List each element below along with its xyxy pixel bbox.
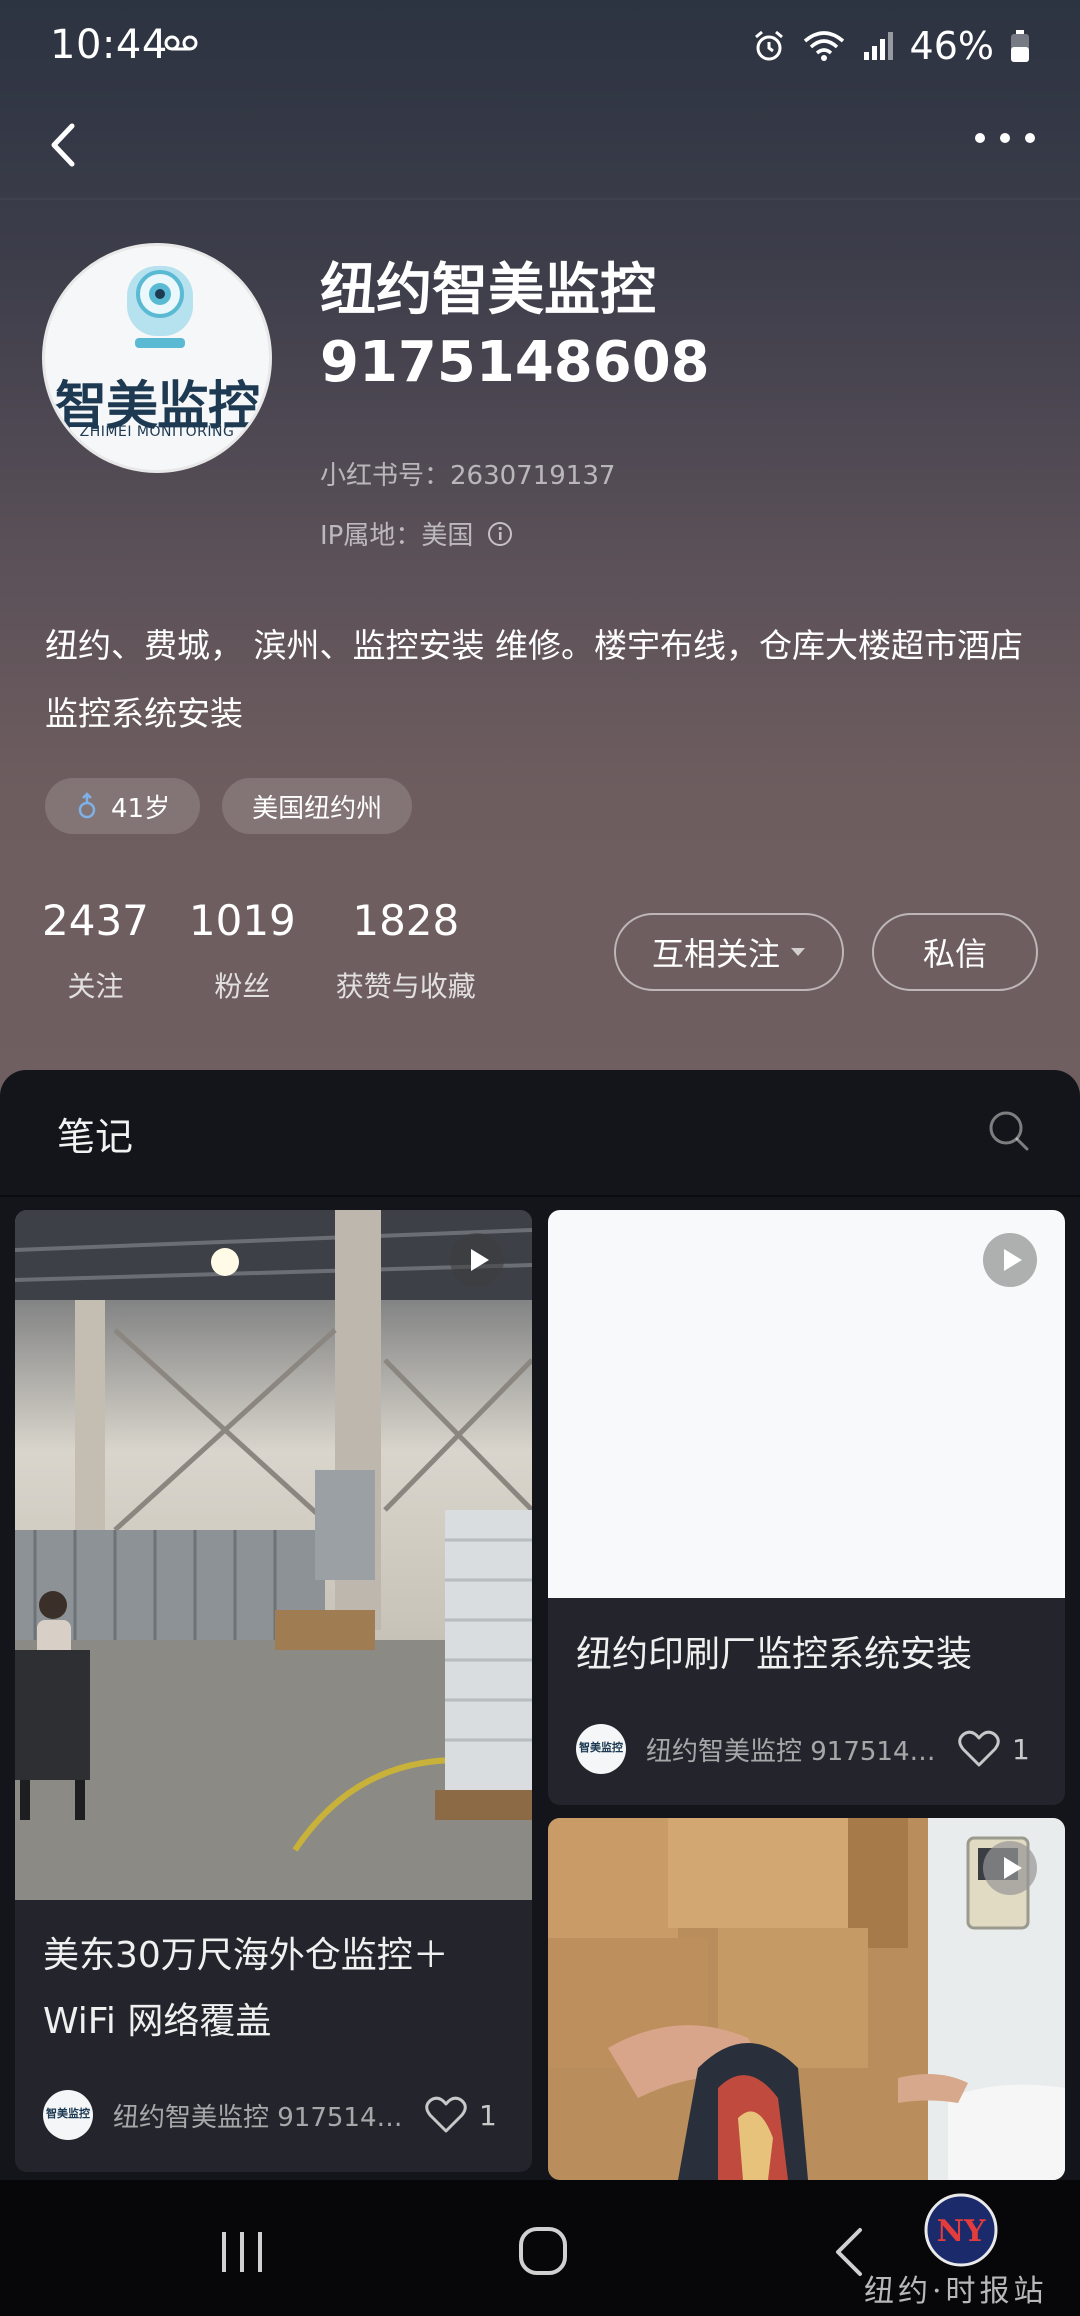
- note-card[interactable]: [548, 1818, 1065, 2180]
- more-dots-icon[interactable]: [970, 118, 1040, 158]
- card-avatar-text: 智美监控: [46, 2107, 90, 2120]
- male-icon: [78, 792, 96, 819]
- recent-apps-icon[interactable]: [218, 2230, 268, 2274]
- watermark-logo: NY: [924, 2193, 998, 2267]
- alarm-icon: [754, 30, 783, 61]
- tab-notes[interactable]: 笔记: [57, 1106, 133, 1161]
- mutual-follow-button[interactable]: 互相关注: [614, 913, 844, 991]
- note-card[interactable]: 纽约印刷厂监控系统安装 智美监控 纽约智美监控 9175148608 1: [548, 1210, 1065, 1805]
- search-icon[interactable]: [986, 1108, 1030, 1152]
- play-icon: [983, 1233, 1037, 1287]
- note-card-title: 纽约印刷厂监控系统安装: [576, 1634, 973, 1675]
- note-card[interactable]: 美东30万尺海外仓监控＋WiFi 网络覆盖 智美监控 纽约智美监控 917514…: [15, 1210, 532, 2172]
- header-divider: [0, 198, 1080, 200]
- stat-likes[interactable]: 1828 获赞与收藏: [336, 895, 476, 1005]
- profile-tags: 41岁 美国纽约州: [45, 778, 413, 834]
- profile-name: 纽约智美监控 9175148608: [320, 258, 710, 395]
- stat-likes-number: 1828: [352, 896, 460, 945]
- wifi-icon: [803, 31, 844, 61]
- message-button[interactable]: 私信: [872, 913, 1038, 991]
- notes-panel: 笔记 美东30万尺海外仓监控＋WiFi 网络覆盖 智美监控 纽约智美监控 917…: [0, 1070, 1080, 2180]
- back-arrow-icon[interactable]: [40, 110, 90, 180]
- voicemail-icon: [164, 35, 198, 51]
- caret-down-icon: [791, 948, 805, 956]
- avatar-brand-subtext: ZHIMEI MONITORING: [79, 424, 235, 440]
- notes-divider: [0, 1195, 1080, 1197]
- note-card-meta: 智美监控 纽约智美监控 9175148608 1: [576, 1724, 1030, 1774]
- note-card-author: 纽约智美监控 9175148608: [646, 1736, 936, 1767]
- tag-location-label: 美国纽约州: [252, 793, 383, 824]
- warehouse-image: [15, 1210, 532, 1900]
- note-card-likes: 1: [1012, 1732, 1030, 1766]
- note-card-meta: 智美监控 纽约智美监控 9175148608 1: [43, 2090, 497, 2140]
- watermark-logo-letters: NY: [937, 2214, 986, 2249]
- stat-followers[interactable]: 1019 粉丝: [189, 895, 296, 1005]
- status-time: 10:44: [50, 22, 168, 68]
- card-avatar-text: 智美监控: [579, 1741, 623, 1754]
- info-icon[interactable]: [487, 521, 513, 547]
- profile-bio: 纽约、费城， 滨州、监控安装 维修。楼宇布线，仓库大楼超市酒店监控系统安装: [45, 626, 1023, 733]
- battery-percent: 46%: [909, 24, 994, 68]
- stat-followers-number: 1019: [188, 896, 296, 945]
- tag-location: 美国纽约州: [222, 778, 413, 834]
- stat-following-number: 2437: [42, 896, 149, 945]
- tag-age: 41岁: [45, 778, 201, 834]
- card-author-avatar: 智美监控: [576, 1724, 626, 1774]
- profile-stats: 2437 关注 1019 粉丝 1828 获赞与收藏: [42, 895, 516, 1005]
- battery-icon: [1011, 30, 1029, 62]
- status-bar: 10:44 46%: [0, 0, 1080, 95]
- ip-location-text: IP属地：美国: [320, 521, 474, 551]
- mutual-follow-label: 互相关注: [651, 935, 780, 973]
- avatar[interactable]: 智美监控 ZHIMEI MONITORING: [42, 243, 272, 473]
- watermark-text: 纽约·时报站: [864, 2274, 1048, 2309]
- account-id: 小红书号：2630719137: [320, 461, 616, 491]
- home-icon[interactable]: [518, 2226, 568, 2276]
- nav-back-icon[interactable]: [832, 2226, 866, 2278]
- heart-icon[interactable]: [958, 1730, 1000, 1768]
- stat-following[interactable]: 2437 关注: [42, 895, 149, 1005]
- stat-followers-label: 粉丝: [214, 970, 271, 1003]
- note-card-author: 纽约智美监控 9175148608: [113, 2102, 403, 2133]
- play-icon: [983, 1841, 1037, 1895]
- note-card-title: 美东30万尺海外仓监控＋WiFi 网络覆盖: [43, 1935, 449, 2042]
- signal-icon: [863, 32, 893, 60]
- stat-following-label: 关注: [67, 970, 124, 1003]
- note-card-likes: 1: [479, 2098, 497, 2132]
- heart-icon[interactable]: [425, 2096, 467, 2134]
- stat-likes-label: 获赞与收藏: [335, 970, 476, 1003]
- play-icon: [450, 1233, 504, 1287]
- card-author-avatar: 智美监控: [43, 2090, 93, 2140]
- message-button-label: 私信: [922, 935, 987, 973]
- status-right: 46%: [752, 24, 1030, 68]
- tag-age-label: 41岁: [111, 793, 171, 824]
- ip-location: IP属地：美国: [320, 515, 513, 552]
